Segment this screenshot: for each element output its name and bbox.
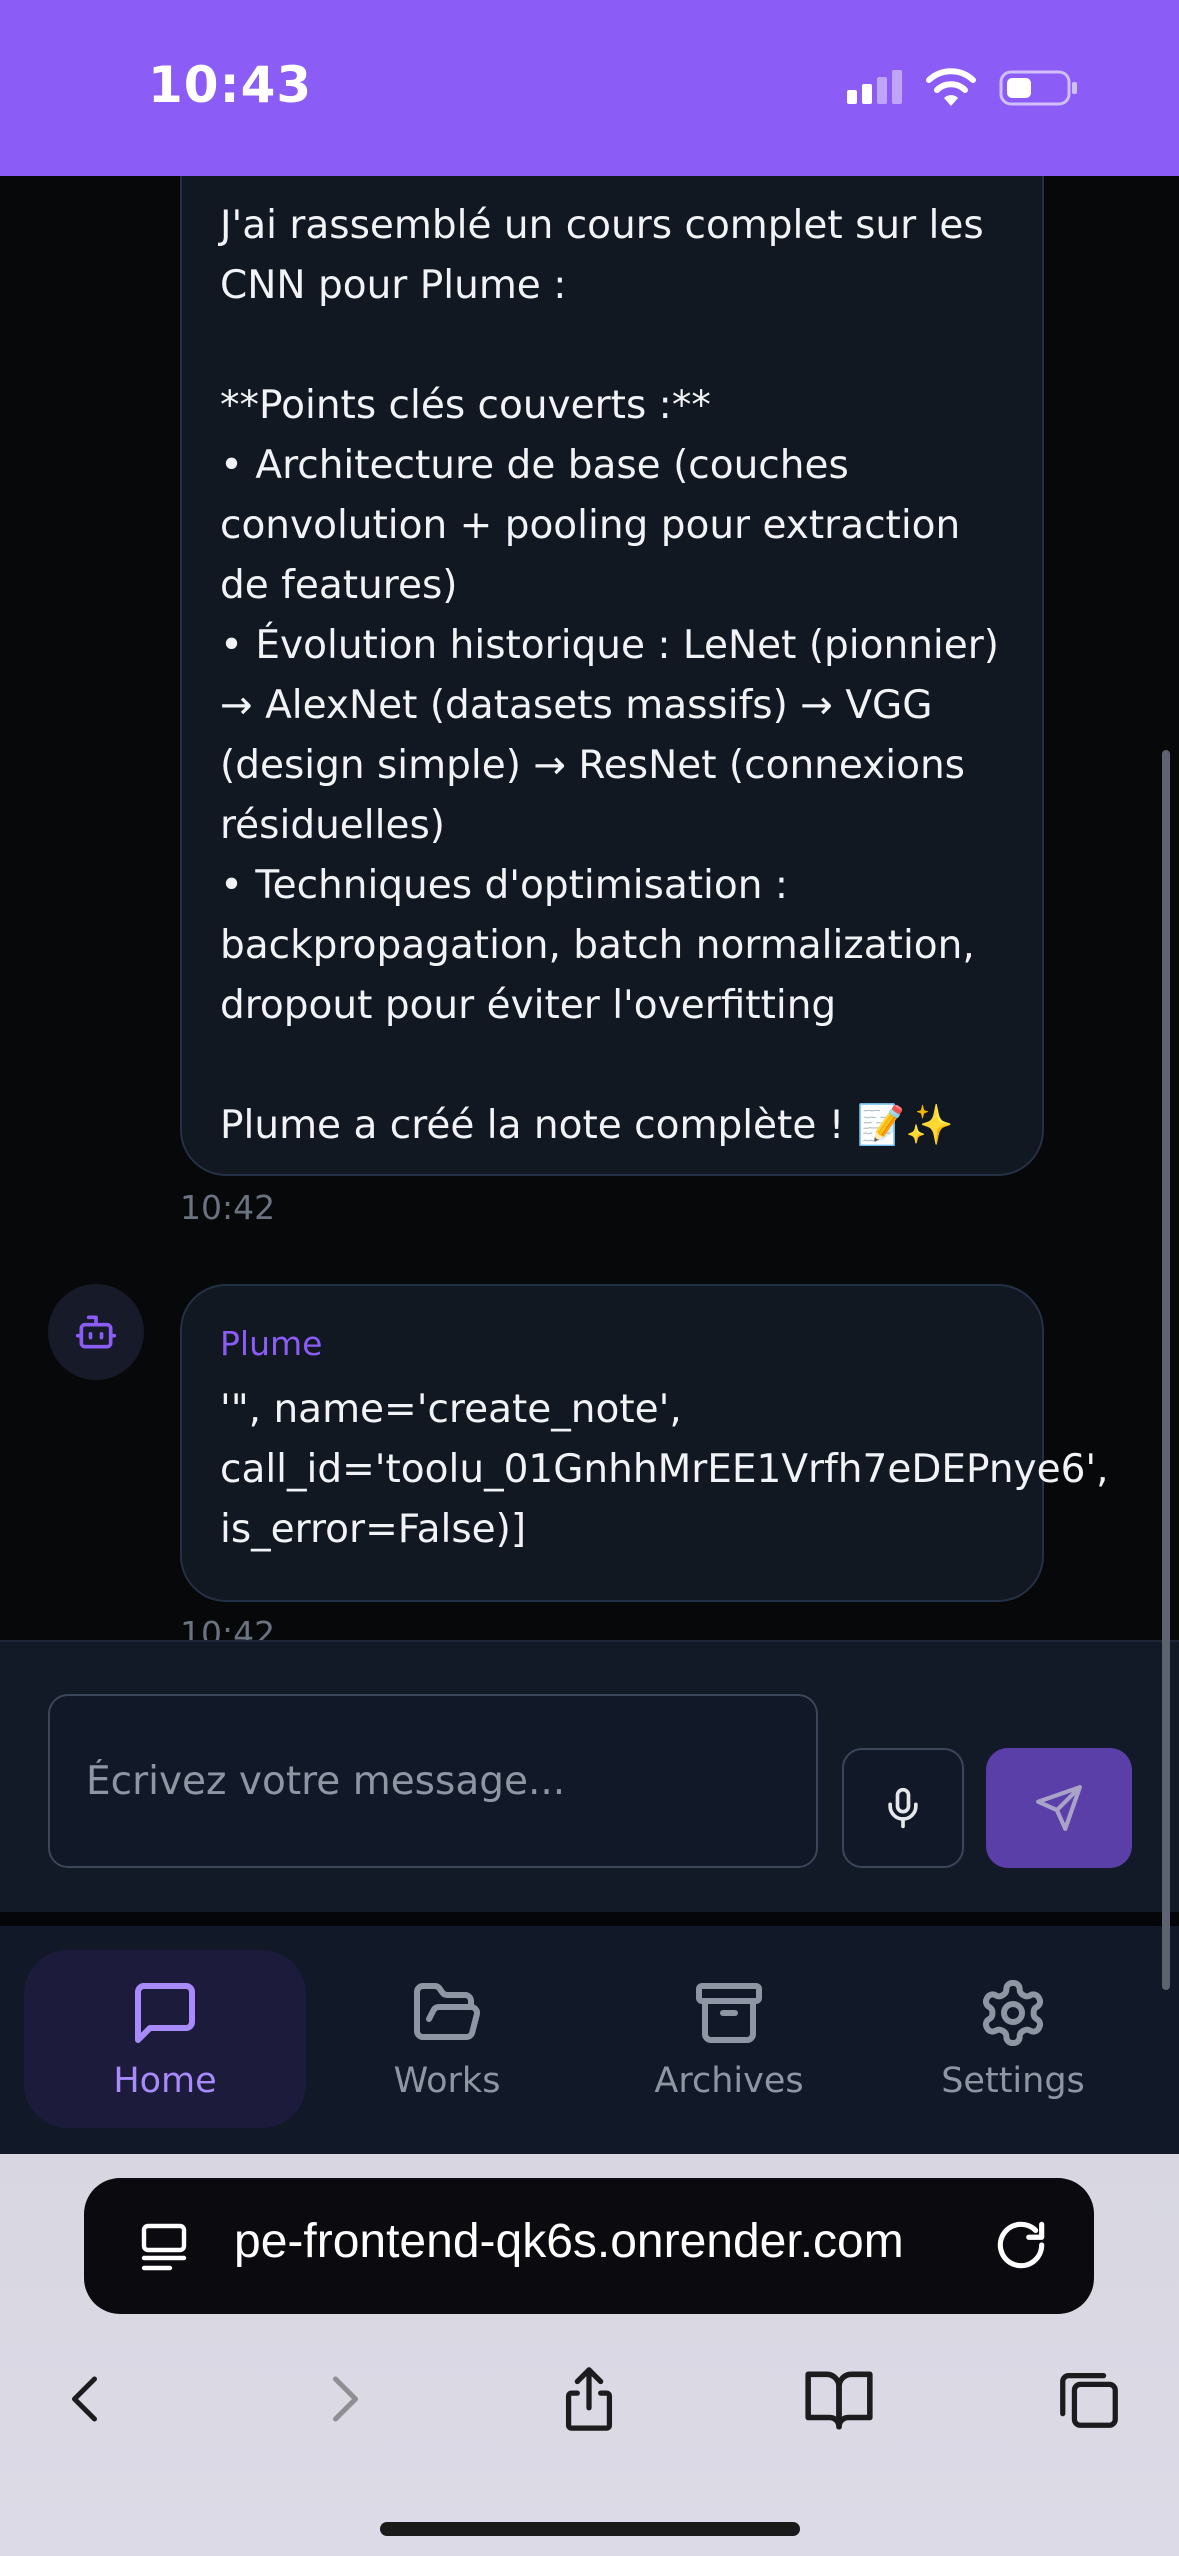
assistant-message-bubble: J'ai rassemblé un cours complet sur les … xyxy=(180,176,1044,1176)
nav-label: Settings xyxy=(941,2061,1085,2101)
send-icon xyxy=(1036,1785,1082,1831)
tabs-button[interactable] xyxy=(1044,2354,1134,2444)
message-square-icon xyxy=(135,1983,195,2043)
message-text: J'ai rassemblé un cours complet sur les … xyxy=(220,203,1000,1148)
forward-button[interactable] xyxy=(298,2354,388,2444)
browser-chrome: pe-frontend-qk6s.onrender.com xyxy=(0,2154,1179,2556)
tabs-icon xyxy=(1060,2373,1118,2428)
divider xyxy=(0,1912,1179,1926)
message-timestamp: 10:42 xyxy=(180,1188,276,1227)
reload-icon[interactable] xyxy=(990,2214,1052,2276)
sender-name: Plume xyxy=(220,1324,323,1363)
nav-label: Works xyxy=(393,2061,501,2101)
bookmarks-button[interactable] xyxy=(794,2354,884,2444)
status-bar: 10:43 xyxy=(0,0,1179,176)
composer-bar xyxy=(0,1640,1179,1912)
bottom-navigation: Home Works Archives Settings xyxy=(0,1926,1179,2154)
folder-open-icon xyxy=(414,1983,480,2040)
url-text: pe-frontend-qk6s.onrender.com xyxy=(234,2215,904,2268)
scrollbar[interactable] xyxy=(1162,750,1170,1990)
battery-icon xyxy=(999,70,1077,106)
book-icon xyxy=(805,2371,873,2430)
chat-thread[interactable]: J'ai rassemblé un cours complet sur les … xyxy=(0,176,1179,1640)
chevron-right-icon xyxy=(333,2376,358,2422)
chevron-left-icon xyxy=(72,2376,97,2422)
nav-item-home[interactable]: Home xyxy=(24,1950,306,2128)
back-button[interactable] xyxy=(42,2354,132,2444)
nav-label: Home xyxy=(113,2061,217,2101)
message-timestamp: 10:42 xyxy=(180,1614,276,1640)
bot-avatar xyxy=(48,1284,144,1380)
archive-icon xyxy=(696,1983,762,2043)
nav-item-works[interactable]: Works xyxy=(306,1950,588,2128)
bot-icon xyxy=(75,1315,117,1349)
home-indicator xyxy=(380,2522,800,2536)
status-time: 10:43 xyxy=(148,56,313,114)
page-menu-icon[interactable] xyxy=(134,2216,194,2276)
assistant-message-bubble: Plume '", name='create_note', call_id='t… xyxy=(180,1284,1109,1602)
gear-icon xyxy=(982,1980,1044,2046)
message-input[interactable] xyxy=(50,1696,816,1866)
nav-item-settings[interactable]: Settings xyxy=(872,1950,1154,2128)
message-text: '", name='create_note', call_id='toolu_0… xyxy=(220,1387,1109,1552)
send-button[interactable] xyxy=(986,1748,1132,1868)
nav-item-archives[interactable]: Archives xyxy=(588,1950,870,2128)
microphone-button[interactable] xyxy=(842,1748,964,1868)
message-input-wrapper[interactable] xyxy=(48,1694,818,1868)
nav-label: Archives xyxy=(654,2061,804,2101)
share-button[interactable] xyxy=(544,2354,634,2444)
microphone-icon xyxy=(888,1787,918,1829)
wifi-icon xyxy=(926,68,976,106)
share-icon xyxy=(565,2367,613,2431)
browser-toolbar xyxy=(0,2354,1179,2454)
cellular-signal-icon xyxy=(847,70,902,104)
address-bar[interactable]: pe-frontend-qk6s.onrender.com xyxy=(84,2178,1094,2314)
status-icons xyxy=(847,62,1079,114)
